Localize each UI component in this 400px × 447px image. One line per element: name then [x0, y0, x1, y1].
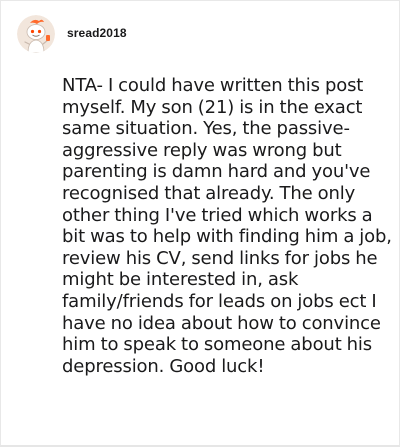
comment-header: sread2018	[17, 15, 127, 53]
comment-card: sread2018 NTA- I could have written this…	[0, 0, 400, 447]
comment-username[interactable]: sread2018	[67, 26, 127, 40]
snoo-avatar-icon[interactable]	[17, 15, 55, 53]
comment-body: NTA- I could have written this post myse…	[62, 75, 392, 377]
